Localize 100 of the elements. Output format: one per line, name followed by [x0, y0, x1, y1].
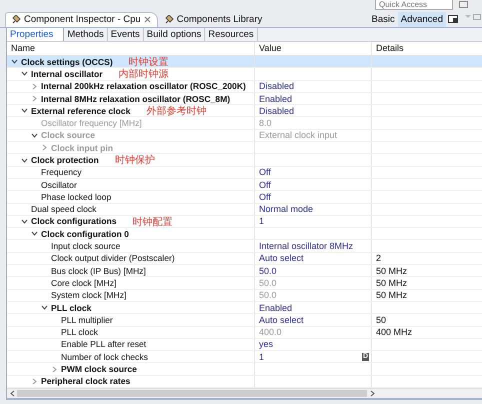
property-value[interactable]: 50.0: [259, 266, 277, 276]
property-details: 2: [376, 253, 382, 264]
tree-row[interactable]: Phase locked loop Off: [7, 191, 482, 204]
horizontal-scrollbar[interactable]: [7, 388, 482, 400]
property-name: Number of lock checks: [61, 352, 148, 362]
property-name: Clock source: [41, 130, 95, 140]
window-icon[interactable]: [459, 1, 468, 8]
tree-row[interactable]: Clock configuration 0: [7, 228, 482, 240]
tree-row[interactable]: Bus clock (IP Bus) [MHz] 50.0 50 MHz: [7, 265, 482, 278]
property-name: Frequency: [41, 167, 82, 178]
property-value[interactable]: Auto select: [259, 314, 304, 325]
chevron-down-icon[interactable]: [41, 304, 48, 312]
property-details: 400 MHz: [376, 327, 412, 338]
scrollbar-thumb[interactable]: [17, 390, 367, 397]
property-name: PWM clock source: [61, 364, 137, 374]
property-value[interactable]: yes: [259, 339, 274, 350]
chevron-right-icon[interactable]: [31, 378, 38, 385]
property-value[interactable]: Off: [259, 192, 271, 202]
property-name: Input clock source: [51, 241, 120, 252]
chevron-down-icon[interactable]: [11, 58, 18, 66]
column-header[interactable]: Value: [254, 42, 371, 55]
page-tab[interactable]: Methods: [64, 28, 108, 41]
tree-row[interactable]: PLL clock 400.0 400 MHz: [7, 326, 482, 339]
property-name: Internal 8MHz relaxation oscillator (ROSC_8M): [41, 94, 230, 104]
tree-row[interactable]: Clock configurations 时钟配置 1: [7, 216, 482, 228]
annotation-text: 时钟保护: [114, 154, 155, 168]
property-value[interactable]: Enabled: [259, 302, 292, 313]
property-name: Clock input pin: [51, 142, 114, 153]
tree-row[interactable]: Internal 200kHz relaxation oscillator (ROSC_200K) Disabled: [7, 80, 482, 93]
column-header[interactable]: Name: [7, 42, 254, 55]
annotation-text: 时钟配置: [132, 216, 172, 228]
property-value[interactable]: Disabled: [259, 81, 294, 92]
plug-icon: [12, 15, 21, 24]
tree-row[interactable]: Dual speed clock Normal mode: [7, 204, 482, 216]
property-name: Internal oscillator: [31, 68, 103, 79]
view-tab[interactable]: Components Library: [158, 12, 270, 27]
tree-row[interactable]: Clock protection 时钟保护: [7, 154, 482, 167]
tree-row[interactable]: PLL multiplier Auto select 50: [7, 314, 482, 327]
tree-row[interactable]: Frequency Off: [7, 166, 482, 179]
chevron-right-icon[interactable]: [31, 82, 38, 90]
page-tab[interactable]: Build options: [144, 28, 206, 41]
tree-row[interactable]: Core clock [MHz] 50.0 50 MHz: [7, 277, 482, 290]
property-name: Oscillator frequency [MHz]: [41, 118, 142, 128]
property-value[interactable]: Auto select: [259, 253, 304, 264]
tree-row[interactable]: Enable PLL after reset yes: [7, 338, 482, 352]
tree-row[interactable]: Internal 8MHz relaxation oscillator (ROSC_8M) Enabled: [7, 92, 482, 106]
page-tab[interactable]: Events: [108, 28, 144, 41]
mode-button[interactable]: Advanced: [398, 12, 446, 27]
chevron-down-icon[interactable]: [21, 107, 28, 114]
tree-row[interactable]: Clock output divider (Postscaler) Auto select 2: [7, 252, 482, 266]
tree-row[interactable]: PWM clock source: [7, 363, 482, 376]
property-name: Oscillator: [41, 180, 77, 190]
chevron-down-icon[interactable]: [31, 230, 38, 238]
property-name: Dual speed clock: [31, 204, 96, 214]
property-name: System clock [MHz]: [51, 290, 126, 300]
mode-button[interactable]: Basic: [368, 12, 398, 27]
property-value[interactable]: 1: [259, 216, 264, 226]
property-value[interactable]: Internal oscillator 8MHz: [259, 241, 354, 252]
property-name: Enable PLL after reset: [61, 339, 146, 350]
property-name: PLL multiplier: [61, 314, 113, 325]
view-tab[interactable]: Component Inspector - Cpu: [5, 12, 158, 27]
column-header[interactable]: Details: [371, 42, 482, 55]
property-name: Bus clock (IP Bus) [MHz]: [51, 266, 146, 276]
chevron-down-icon[interactable]: [21, 156, 28, 164]
chevron-down-icon[interactable]: [21, 70, 28, 78]
page-tab[interactable]: Properties: [7, 28, 64, 41]
property-details: 50: [376, 314, 386, 325]
property-name: PLL clock: [61, 327, 98, 338]
tree-row[interactable]: Input clock source Internal oscillator 8MHz: [7, 240, 482, 253]
tree-row[interactable]: PLL clock Enabled: [7, 302, 482, 314]
tree-row[interactable]: Internal oscillator 内部时钟源: [7, 68, 482, 81]
panel-icon[interactable]: [448, 15, 458, 24]
page-tab[interactable]: Resources: [205, 28, 258, 41]
property-name: PLL clock: [51, 302, 92, 313]
annotation-text: 时钟设置: [128, 56, 169, 68]
property-name: Clock configurations: [31, 216, 116, 226]
close-icon[interactable]: [144, 16, 151, 24]
property-value[interactable]: Normal mode: [259, 204, 314, 214]
property-name: Internal 200kHz relaxation oscillator (ROSC_200K): [41, 81, 246, 92]
chevron-right-icon[interactable]: [31, 95, 38, 102]
tree-row[interactable]: Oscillator Off: [7, 178, 482, 192]
property-value[interactable]: Off: [259, 167, 271, 178]
chevron-right-icon[interactable]: [51, 366, 58, 373]
chevron-down-icon[interactable]: [21, 218, 28, 225]
tree-row[interactable]: External reference clock 外部参考时钟 Disabled: [7, 105, 482, 118]
tree-row[interactable]: Clock settings (OCCS) 时钟设置: [7, 56, 482, 68]
property-name: Clock settings (OCCS): [21, 56, 113, 67]
property-details: 50 MHz: [376, 266, 408, 276]
property-details: 50 MHz: [376, 278, 408, 288]
property-name: Phase locked loop: [41, 192, 112, 202]
property-name: Clock protection: [31, 155, 99, 165]
property-value[interactable]: 1: [259, 352, 264, 362]
property-value[interactable]: Enabled: [259, 94, 292, 104]
property-value[interactable]: Off: [259, 180, 271, 190]
property-name: Core clock [MHz]: [51, 278, 116, 288]
property-name: Clock output divider (Postscaler): [51, 253, 175, 264]
tree-row[interactable]: System clock [MHz] 50.0 50 MHz: [7, 290, 482, 302]
property-name: Peripheral clock rates: [41, 376, 130, 386]
property-value[interactable]: Disabled: [259, 106, 294, 116]
quick-access-field[interactable]: Quick Access: [375, 0, 453, 10]
